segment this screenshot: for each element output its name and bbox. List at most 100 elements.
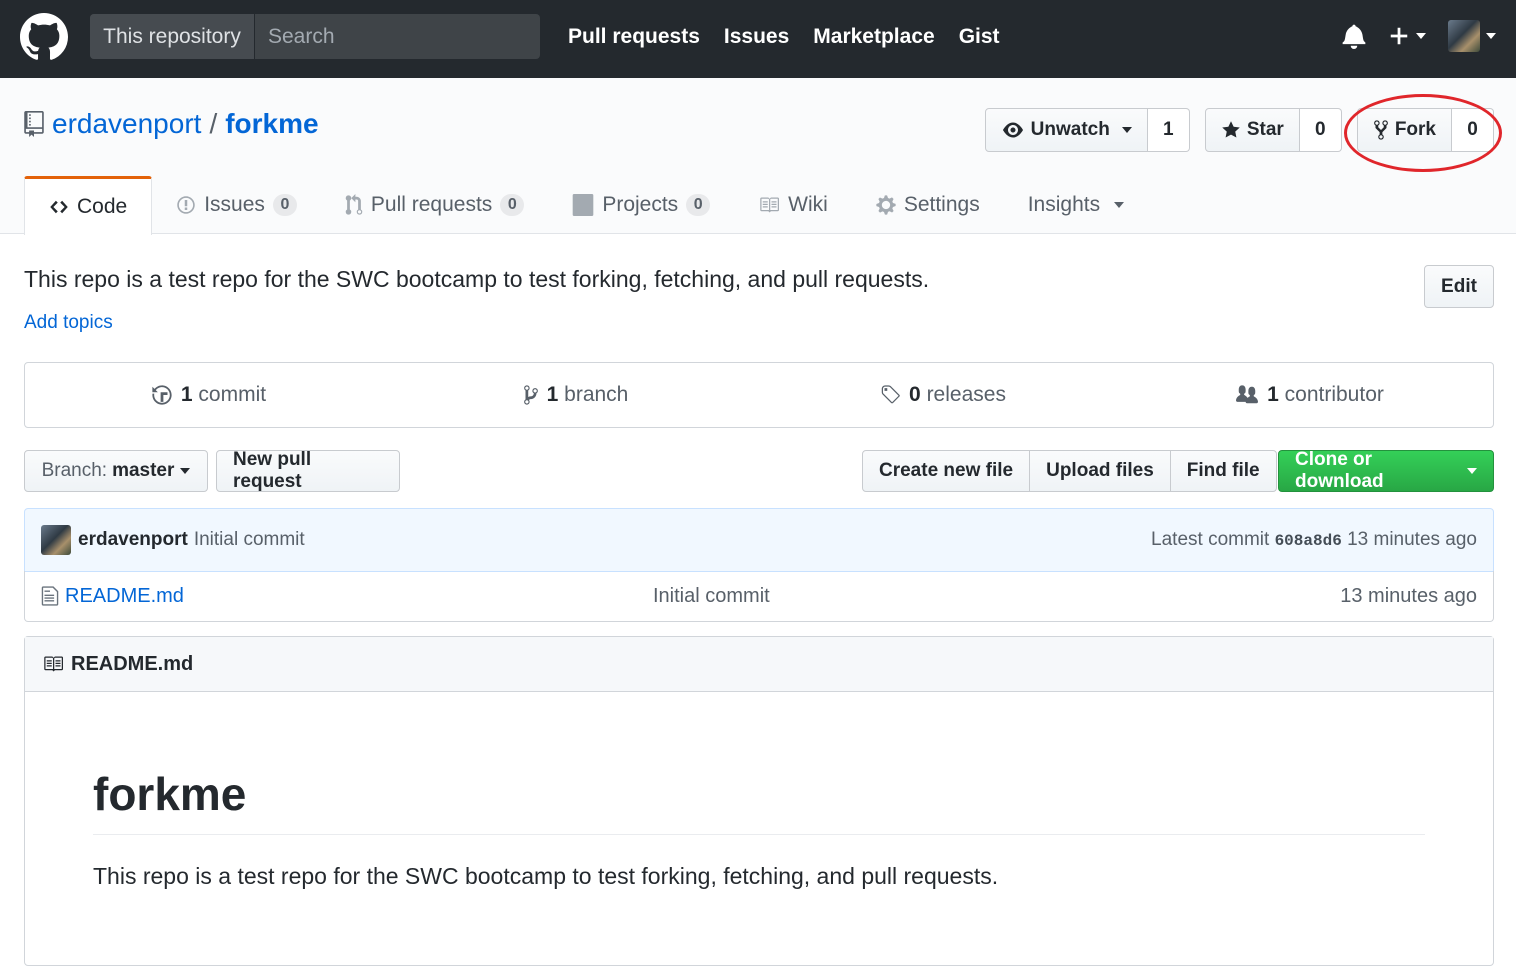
repo-header: erdavenport / forkme Unwatch 1 Star 0 Fo… [0, 78, 1516, 235]
find-file-button[interactable]: Find file [1169, 450, 1277, 492]
branch-label: branch [564, 383, 629, 406]
watch-group: Unwatch 1 [984, 108, 1190, 152]
star-label: Star [1246, 119, 1284, 140]
search-box: This repository [90, 14, 540, 59]
bell-icon[interactable] [1342, 23, 1366, 49]
file-actions: Create new file Upload files Find file [862, 450, 1277, 492]
fork-label: Fork [1394, 119, 1436, 140]
new-pull-request-button[interactable]: New pull request [216, 449, 400, 492]
release-label: releases [926, 383, 1006, 406]
code-icon [49, 197, 69, 217]
repo-title: erdavenport / forkme [24, 108, 319, 140]
tab-settings[interactable]: Settings [852, 176, 1004, 234]
search-scope[interactable]: This repository [90, 14, 255, 59]
readme-header: README.md [25, 637, 1493, 692]
fork-group: Fork 0 [1356, 108, 1494, 152]
repo-owner-link[interactable]: erdavenport [52, 108, 201, 140]
star-icon [1222, 121, 1240, 138]
tag-icon [881, 385, 900, 404]
commit-age: 13 minutes ago [1347, 529, 1477, 550]
repo-icon [24, 111, 44, 137]
tab-label: Insights [1027, 193, 1101, 216]
commits-summary[interactable]: 1 commit [25, 363, 392, 427]
chevron-down-icon [1416, 33, 1426, 39]
add-topics-link[interactable]: Add topics [24, 312, 113, 334]
readme-panel: README.md forkme This repo is a test rep… [24, 636, 1494, 966]
issue-icon [176, 195, 196, 215]
branch-select-button[interactable]: Branch: master [24, 450, 208, 492]
latest-commit-bar: erdavenport Initial commit Latest commit… [24, 508, 1494, 572]
readme-body: This repo is a test repo for the SWC boo… [93, 863, 999, 889]
repo-name-link[interactable]: forkme [225, 108, 318, 140]
create-new-menu[interactable] [1388, 25, 1426, 47]
pull-request-icon [345, 194, 363, 216]
contributor-label: contributor [1284, 383, 1384, 406]
tab-code[interactable]: Code [24, 176, 153, 235]
readme-divider [93, 834, 1425, 835]
chevron-down-icon [1114, 202, 1125, 208]
latest-commit-prefix: Latest commit [1151, 529, 1270, 550]
avatar [1448, 20, 1480, 52]
commit-message-link[interactable]: Initial commit [194, 529, 305, 551]
book-icon [758, 195, 780, 215]
file-row: README.md Initial commit 13 minutes ago [24, 571, 1494, 622]
tab-wiki[interactable]: Wiki [734, 176, 852, 234]
tab-label: Wiki [788, 193, 828, 216]
tab-label: Pull requests [370, 193, 493, 216]
contributors-summary[interactable]: 1 contributor [1126, 363, 1493, 427]
clone-or-download-button[interactable]: Clone or download [1278, 449, 1494, 492]
releases-summary[interactable]: 0 releases [759, 363, 1126, 427]
branch-icon [523, 385, 538, 405]
tab-label: Issues [204, 193, 265, 216]
release-count: 0 [909, 383, 921, 406]
edit-description-button[interactable]: Edit [1424, 265, 1494, 308]
github-logo-icon[interactable] [20, 13, 68, 61]
tab-projects[interactable]: Projects 0 [548, 176, 734, 234]
fork-button[interactable]: Fork [1356, 108, 1452, 152]
book-icon [44, 656, 63, 672]
unwatch-button[interactable]: Unwatch [984, 108, 1148, 152]
search-input[interactable] [255, 14, 540, 59]
tab-label: Projects [602, 193, 679, 216]
tab-issues[interactable]: Issues 0 [152, 176, 321, 234]
unwatch-label: Unwatch [1030, 119, 1110, 140]
create-new-file-button[interactable]: Create new file [862, 450, 1031, 492]
user-menu[interactable] [1448, 20, 1496, 52]
tab-label: Code [77, 195, 128, 218]
tab-pull-requests[interactable]: Pull requests 0 [321, 176, 548, 234]
project-icon [572, 194, 594, 216]
tab-insights[interactable]: Insights [1004, 176, 1148, 234]
nav-gist[interactable]: Gist [959, 22, 1000, 52]
repo-nav: Code Issues 0 Pull requests 0 Projects 0 [24, 176, 1148, 235]
global-nav: Pull requests Issues Marketplace Gist [568, 22, 1024, 52]
nav-issues[interactable]: Issues [724, 22, 789, 52]
commit-author-link[interactable]: erdavenport [78, 529, 188, 551]
watchers-count[interactable]: 1 [1147, 108, 1190, 152]
path-separator: / [209, 108, 218, 139]
branch-prefix: Branch: [41, 460, 108, 481]
file-name-link[interactable]: README.md [65, 585, 184, 608]
gear-icon [876, 194, 896, 216]
stargazers-count[interactable]: 0 [1299, 108, 1342, 152]
avatar[interactable] [41, 525, 71, 555]
star-group: Star 0 [1204, 108, 1342, 152]
nav-pull-requests[interactable]: Pull requests [568, 22, 700, 52]
chevron-down-icon [1467, 468, 1477, 474]
star-button[interactable]: Star [1204, 108, 1300, 152]
eye-icon [1002, 122, 1023, 138]
clone-label: Clone or download [1295, 449, 1384, 492]
nav-marketplace[interactable]: Marketplace [813, 22, 934, 52]
numbers-summary: 1 commit 1 branch 0 releases 1 contribut… [24, 362, 1494, 428]
forks-count[interactable]: 0 [1452, 108, 1494, 152]
projects-counter: 0 [686, 194, 711, 216]
pagehead-actions: Unwatch 1 Star 0 Fork 0 [984, 108, 1494, 152]
tab-label: Settings [903, 193, 980, 216]
contributor-count: 1 [1267, 383, 1279, 406]
upload-files-button[interactable]: Upload files [1029, 450, 1171, 492]
commit-count: 1 [180, 383, 193, 406]
file-commit-message-link[interactable]: Initial commit [653, 585, 770, 608]
plus-icon [1390, 27, 1408, 45]
chevron-down-icon [1486, 33, 1496, 39]
branches-summary[interactable]: 1 branch [392, 363, 759, 427]
commit-sha-link[interactable]: 608a8d6 [1275, 532, 1342, 550]
